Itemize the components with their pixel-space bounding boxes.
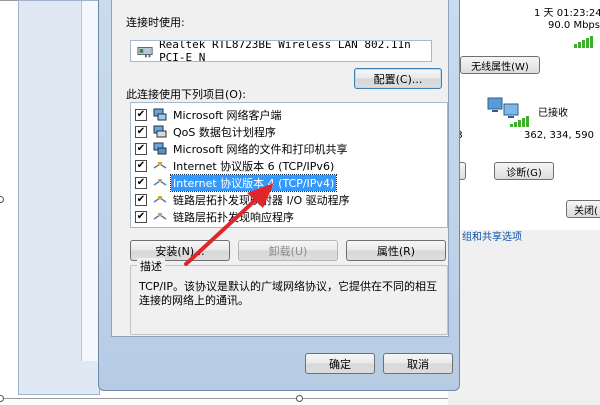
red-arrow-annotation	[184, 183, 274, 266]
